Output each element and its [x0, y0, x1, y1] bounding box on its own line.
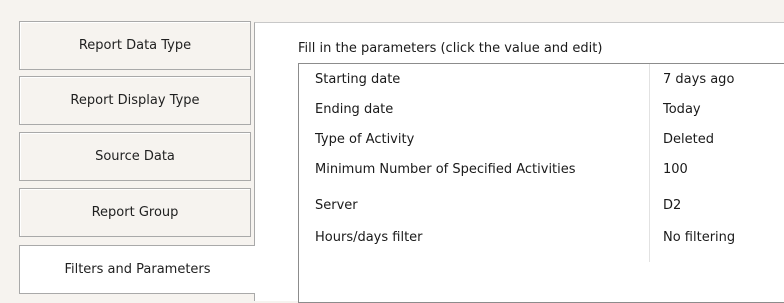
param-value[interactable]: Deleted	[663, 124, 714, 154]
step-label: Source Data	[95, 149, 175, 164]
step-report-display-type[interactable]: Report Display Type	[19, 76, 251, 125]
instructions-text: Fill in the parameters (click the value …	[298, 41, 603, 56]
param-row: Type of Activity Deleted	[299, 124, 784, 154]
param-name: Starting date	[315, 71, 401, 87]
parameters-grid: Starting date 7 days ago Ending date Tod…	[298, 63, 784, 303]
param-value[interactable]: No filtering	[663, 222, 735, 252]
step-filters-and-parameters[interactable]: Filters and Parameters	[19, 245, 255, 294]
param-row: Ending date Today	[299, 94, 784, 124]
step-report-data-type[interactable]: Report Data Type	[19, 21, 251, 70]
step-label: Report Group	[91, 205, 179, 220]
param-name: Minimum Number of Specified Activities	[315, 161, 576, 177]
param-value[interactable]: Today	[663, 94, 701, 124]
param-name: Hours/days filter	[315, 229, 423, 245]
param-name: Server	[315, 197, 358, 213]
param-value[interactable]: D2	[663, 190, 681, 220]
step-source-data[interactable]: Source Data	[19, 132, 251, 181]
param-value[interactable]: 7 days ago	[663, 64, 734, 94]
step-label: Filters and Parameters	[64, 262, 211, 277]
param-value[interactable]: 100	[663, 154, 688, 184]
param-row: Hours/days filter No filtering	[299, 222, 784, 252]
param-name: Type of Activity	[315, 131, 415, 147]
step-label: Report Data Type	[78, 38, 192, 53]
wizard-step-nav: Report Data Type Report Display Type Sou…	[0, 0, 255, 301]
step-label: Report Display Type	[70, 93, 200, 108]
param-name: Ending date	[315, 101, 394, 117]
parameters-panel: Fill in the parameters (click the value …	[254, 22, 784, 303]
param-row: Starting date 7 days ago	[299, 64, 784, 94]
param-row: Minimum Number of Specified Activities 1…	[299, 154, 784, 184]
param-row: Server D2	[299, 190, 784, 220]
step-report-group[interactable]: Report Group	[19, 188, 251, 237]
